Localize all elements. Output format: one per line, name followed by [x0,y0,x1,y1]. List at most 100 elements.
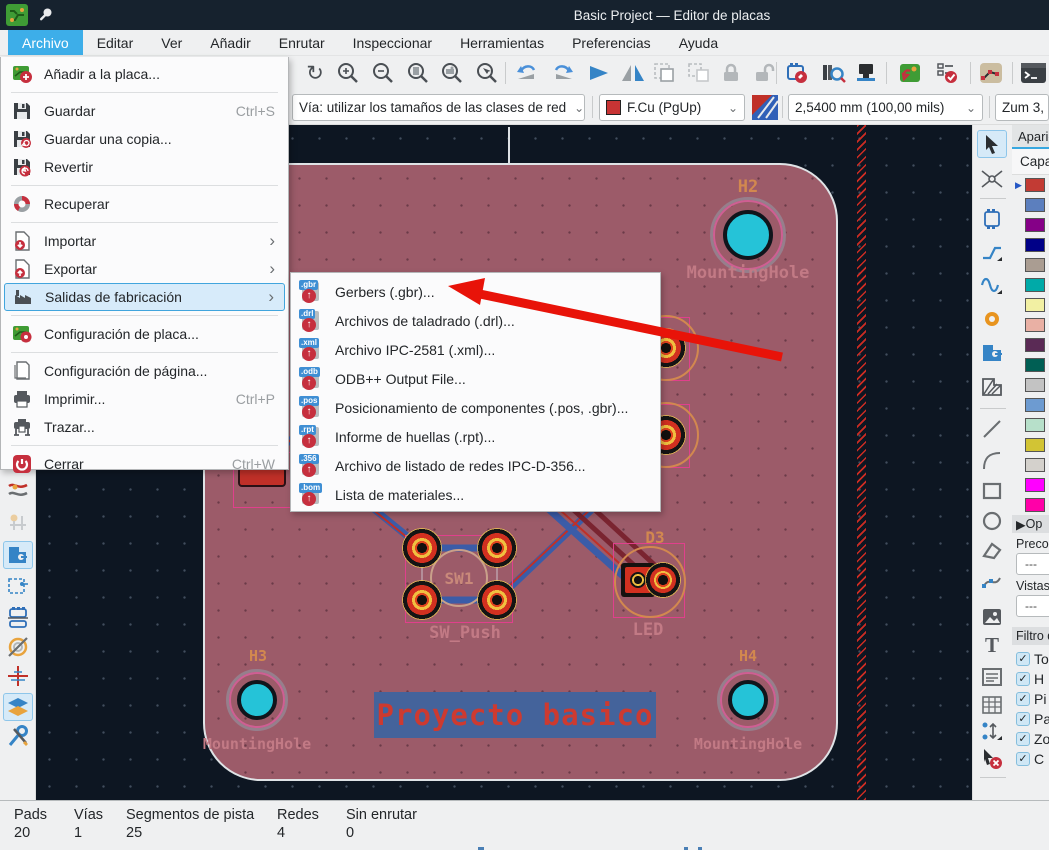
add-dimension-icon[interactable] [977,717,1007,745]
menu-item-rescue[interactable]: Recuperar [4,190,285,218]
menu-item-revert[interactable]: Revertir [4,153,285,181]
update-pcb-icon[interactable] [895,59,925,87]
menu-herramientas[interactable]: Herramientas [446,30,558,55]
forward-icon[interactable] [584,59,614,87]
layer-color-swatch[interactable] [1025,358,1045,372]
layer-pair-icon[interactable] [752,95,778,120]
menu-inspeccionar[interactable]: Inspeccionar [339,30,446,55]
refresh-icon[interactable]: ↻ [300,59,330,87]
menu-item-board-setup[interactable]: Configuración de placa... [4,320,285,348]
menu-item-save-copy[interactable]: Guardar una copia... [4,125,285,153]
layer-color-swatch[interactable] [1025,258,1045,272]
submenu-item-drill[interactable]: .drl↑ Archivos de taladrado (.drl)... [291,306,660,335]
add-text-icon[interactable]: T [977,631,1007,659]
layer-color-swatch[interactable] [1025,398,1045,412]
add-rule-area-icon[interactable] [977,373,1007,401]
menu-item-plot[interactable]: Trazar... [4,413,285,441]
submenu-item-footprint-report[interactable]: .rpt↑ Informe de huellas (.rpt)... [291,422,660,451]
footprint-editor-icon[interactable] [782,59,812,87]
zoom-in-icon[interactable] [333,59,363,87]
layer-color-swatch[interactable] [1025,458,1045,472]
menu-item-append-board[interactable]: Añadir a la placa... [4,60,285,88]
add-footprint-icon[interactable] [977,205,1007,233]
mirror-icon[interactable] [618,59,648,87]
layer-row[interactable]: ▶ [1012,175,1049,195]
layer-row[interactable] [1012,415,1049,435]
undo-icon[interactable] [512,59,542,87]
menu-item-fabrication-outputs[interactable]: Salidas de fabricación› [4,283,285,311]
local-ratsnest-icon[interactable] [977,165,1007,193]
ratsnest-hidden-icon[interactable] [3,633,33,661]
layer-color-swatch[interactable] [1025,218,1045,232]
draw-bezier-icon[interactable] [977,567,1007,595]
menu-item-save[interactable]: GuardarCtrl+S [4,97,285,125]
layer-color-swatch[interactable] [1025,338,1045,352]
submenu-item-bom[interactable]: .bom↑ Lista de materiales... [291,480,660,509]
filter-zones[interactable]: ✓Zo [1012,729,1049,749]
layer-color-swatch[interactable] [1025,418,1045,432]
scripting-console-icon[interactable] [1018,59,1048,87]
menu-enrutar[interactable]: Enrutar [265,30,339,55]
layer-row[interactable] [1012,495,1049,515]
ungroup-icon[interactable] [684,59,714,87]
layer-row[interactable] [1012,195,1049,215]
footprint-outline-icon[interactable] [3,604,33,632]
menu-editar[interactable]: Editar [83,30,148,55]
layer-row[interactable] [1012,255,1049,275]
crosshair-icon[interactable] [3,662,33,690]
layer-row[interactable] [1012,215,1049,235]
menu-item-import[interactable]: Importar› [4,227,285,255]
board-title-text[interactable]: Proyecto basico [374,692,656,738]
redo-icon[interactable] [548,59,578,87]
submenu-item-ipcd356[interactable]: .356↑ Archivo de listado de redes IPC-D-… [291,451,660,480]
layer-color-swatch[interactable] [1025,438,1045,452]
filter-all-items[interactable]: ✓To [1012,649,1049,669]
layer-row[interactable] [1012,315,1049,335]
3d-viewer-icon[interactable] [852,59,882,87]
zoom-fit-objects-icon[interactable] [437,59,467,87]
layer-row[interactable] [1012,435,1049,455]
menu-anadir[interactable]: Añadir [196,30,264,55]
grid-select[interactable]: 2,5400 mm (100,00 mils)⌄ [788,94,983,121]
submenu-item-odb[interactable]: .odb↑ ODB++ Output File... [291,364,660,393]
layer-row[interactable] [1012,235,1049,255]
zone-outline-icon[interactable] [3,572,33,600]
draw-polygon-icon[interactable] [977,537,1007,565]
add-textbox-icon[interactable] [977,663,1007,691]
properties-tools-icon[interactable] [3,723,33,751]
layer-color-swatch[interactable] [1025,478,1045,492]
submenu-item-ipc2581[interactable]: .xml↑ Archivo IPC-2581 (.xml)... [291,335,660,364]
menu-ayuda[interactable]: Ayuda [665,30,732,55]
draw-line-icon[interactable] [977,415,1007,443]
tab-apariencia[interactable]: Aparien [1012,125,1049,149]
menu-item-export[interactable]: Exportar› [4,255,285,283]
layer-row[interactable] [1012,475,1049,495]
group-icon[interactable] [650,59,680,87]
add-via-icon[interactable] [977,305,1007,333]
submenu-item-gerbers[interactable]: .gbr↑ Gerbers (.gbr)... [291,277,660,306]
menu-archivo[interactable]: Archivo [8,30,83,55]
zone-display-icon[interactable] [3,541,33,569]
filter-footprints[interactable]: ✓H [1012,669,1049,689]
menu-ver[interactable]: Ver [147,30,196,55]
layer-row[interactable] [1012,335,1049,355]
layer-color-swatch[interactable] [1025,178,1045,192]
layer-row[interactable] [1012,455,1049,475]
show-vias-icon[interactable] [3,508,33,536]
layer-color-swatch[interactable] [1025,318,1045,332]
submenu-item-component-placement[interactable]: .pos↑ Posicionamiento de componentes (.p… [291,393,660,422]
add-image-icon[interactable] [977,603,1007,631]
show-tracks-icon[interactable] [3,476,33,504]
menu-preferencias[interactable]: Preferencias [558,30,665,55]
layers-manager-icon[interactable] [3,693,33,721]
draw-arc-icon[interactable] [977,447,1007,475]
layer-color-swatch[interactable] [1025,238,1045,252]
net-inspector-icon[interactable] [976,59,1006,87]
zoom-fit-page-icon[interactable] [403,59,433,87]
add-zone-icon[interactable] [977,339,1007,367]
select-tool-icon[interactable] [977,130,1007,158]
layer-row[interactable] [1012,375,1049,395]
layer-color-swatch[interactable] [1025,498,1045,512]
layer-row[interactable] [1012,295,1049,315]
active-layer-select[interactable]: F.Cu (PgUp)⌄ [599,94,745,121]
